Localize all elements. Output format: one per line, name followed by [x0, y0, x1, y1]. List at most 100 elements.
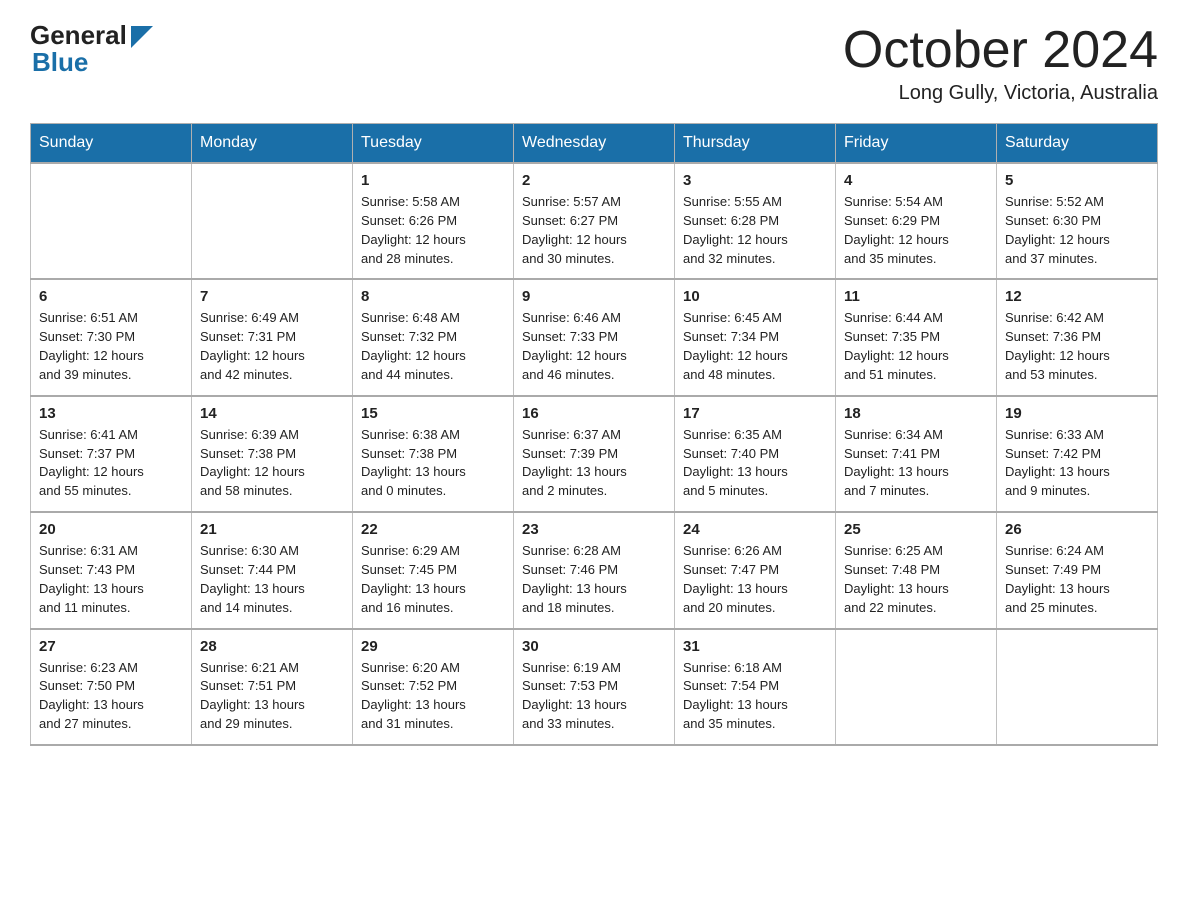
day-info: Sunrise: 6:46 AMSunset: 7:33 PMDaylight:… — [522, 309, 666, 384]
weekday-header-sunday: Sunday — [31, 124, 192, 164]
day-number: 4 — [844, 172, 988, 189]
calendar-cell: 8 Sunrise: 6:48 AMSunset: 7:32 PMDaylight… — [353, 279, 514, 395]
calendar-cell: 11 Sunrise: 6:44 AMSunset: 7:35 PMDayligh… — [836, 279, 997, 395]
day-info: Sunrise: 5:57 AMSunset: 6:27 PMDaylight:… — [522, 193, 666, 268]
day-info: Sunrise: 6:49 AMSunset: 7:31 PMDaylight:… — [200, 309, 344, 384]
calendar-cell: 17Sunrise: 6:35 AMSunset: 7:40 PMDayligh… — [675, 396, 836, 512]
page-header: General Blue October 2024 Long Gully, Vi… — [30, 20, 1158, 105]
calendar-cell — [192, 163, 353, 279]
day-info: Sunrise: 6:45 AMSunset: 7:34 PMDaylight:… — [683, 309, 827, 384]
calendar-cell: 24 Sunrise: 6:26 AMSunset: 7:47 PMDayligh… — [675, 512, 836, 628]
location: Long Gully, Victoria, Australia — [843, 82, 1158, 105]
day-number: 27 — [39, 638, 183, 655]
calendar-cell: 1 Sunrise: 5:58 AMSunset: 6:26 PMDaylight… — [353, 163, 514, 279]
day-number: 19 — [1005, 405, 1149, 422]
day-number: 28 — [200, 638, 344, 655]
day-number: 24 — [683, 521, 827, 538]
day-number: 7 — [200, 288, 344, 305]
month-title: October 2024 — [843, 20, 1158, 80]
calendar-cell — [836, 629, 997, 745]
day-number: 10 — [683, 288, 827, 305]
calendar-cell — [31, 163, 192, 279]
day-info: Sunrise: 6:41 AMSunset: 7:37 PMDaylight:… — [39, 426, 183, 501]
logo-blue-text: Blue — [32, 47, 88, 78]
calendar-cell: 6 Sunrise: 6:51 AMSunset: 7:30 PMDaylight… — [31, 279, 192, 395]
day-info: Sunrise: 5:55 AMSunset: 6:28 PMDaylight:… — [683, 193, 827, 268]
calendar-cell: 25 Sunrise: 6:25 AMSunset: 7:48 PMDayligh… — [836, 512, 997, 628]
day-number: 8 — [361, 288, 505, 305]
calendar-cell: 7 Sunrise: 6:49 AMSunset: 7:31 PMDaylight… — [192, 279, 353, 395]
calendar-header: SundayMondayTuesdayWednesdayThursdayFrid… — [31, 124, 1158, 164]
day-number: 5 — [1005, 172, 1149, 189]
day-number: 18 — [844, 405, 988, 422]
calendar-cell — [997, 629, 1158, 745]
day-info: Sunrise: 6:23 AMSunset: 7:50 PMDaylight:… — [39, 659, 183, 734]
week-row-1: 1 Sunrise: 5:58 AMSunset: 6:26 PMDaylight… — [31, 163, 1158, 279]
day-info: Sunrise: 6:24 AMSunset: 7:49 PMDaylight:… — [1005, 542, 1149, 617]
day-info: Sunrise: 6:51 AMSunset: 7:30 PMDaylight:… — [39, 309, 183, 384]
weekday-header-tuesday: Tuesday — [353, 124, 514, 164]
day-number: 15 — [361, 405, 505, 422]
logo: General Blue — [30, 20, 153, 78]
day-info: Sunrise: 6:42 AMSunset: 7:36 PMDaylight:… — [1005, 309, 1149, 384]
calendar-cell: 16 Sunrise: 6:37 AMSunset: 7:39 PMDayligh… — [514, 396, 675, 512]
calendar-cell: 27 Sunrise: 6:23 AMSunset: 7:50 PMDayligh… — [31, 629, 192, 745]
day-number: 2 — [522, 172, 666, 189]
logo-arrow-icon — [131, 26, 153, 48]
week-row-2: 6 Sunrise: 6:51 AMSunset: 7:30 PMDaylight… — [31, 279, 1158, 395]
day-info: Sunrise: 6:29 AMSunset: 7:45 PMDaylight:… — [361, 542, 505, 617]
day-info: Sunrise: 6:48 AMSunset: 7:32 PMDaylight:… — [361, 309, 505, 384]
day-info: Sunrise: 6:34 AMSunset: 7:41 PMDaylight:… — [844, 426, 988, 501]
day-number: 11 — [844, 288, 988, 305]
day-info: Sunrise: 6:31 AMSunset: 7:43 PMDaylight:… — [39, 542, 183, 617]
title-area: October 2024 Long Gully, Victoria, Austr… — [843, 20, 1158, 105]
day-info: Sunrise: 6:39 AMSunset: 7:38 PMDaylight:… — [200, 426, 344, 501]
weekday-header-wednesday: Wednesday — [514, 124, 675, 164]
calendar-body: 1 Sunrise: 5:58 AMSunset: 6:26 PMDaylight… — [31, 163, 1158, 745]
day-number: 17 — [683, 405, 827, 422]
calendar-cell: 2 Sunrise: 5:57 AMSunset: 6:27 PMDaylight… — [514, 163, 675, 279]
day-number: 14 — [200, 405, 344, 422]
day-info: Sunrise: 6:37 AMSunset: 7:39 PMDaylight:… — [522, 426, 666, 501]
day-info: Sunrise: 6:26 AMSunset: 7:47 PMDaylight:… — [683, 542, 827, 617]
calendar-cell: 3Sunrise: 5:55 AMSunset: 6:28 PMDaylight… — [675, 163, 836, 279]
day-number: 30 — [522, 638, 666, 655]
day-number: 16 — [522, 405, 666, 422]
day-info: Sunrise: 6:20 AMSunset: 7:52 PMDaylight:… — [361, 659, 505, 734]
weekday-header-saturday: Saturday — [997, 124, 1158, 164]
header-row: SundayMondayTuesdayWednesdayThursdayFrid… — [31, 124, 1158, 164]
week-row-4: 20Sunrise: 6:31 AMSunset: 7:43 PMDayligh… — [31, 512, 1158, 628]
day-number: 22 — [361, 521, 505, 538]
day-number: 6 — [39, 288, 183, 305]
day-info: Sunrise: 5:58 AMSunset: 6:26 PMDaylight:… — [361, 193, 505, 268]
day-number: 1 — [361, 172, 505, 189]
calendar-cell: 10 Sunrise: 6:45 AMSunset: 7:34 PMDayligh… — [675, 279, 836, 395]
calendar-cell: 21Sunrise: 6:30 AMSunset: 7:44 PMDayligh… — [192, 512, 353, 628]
day-info: Sunrise: 6:44 AMSunset: 7:35 PMDaylight:… — [844, 309, 988, 384]
weekday-header-friday: Friday — [836, 124, 997, 164]
day-info: Sunrise: 6:25 AMSunset: 7:48 PMDaylight:… — [844, 542, 988, 617]
calendar-cell: 18 Sunrise: 6:34 AMSunset: 7:41 PMDayligh… — [836, 396, 997, 512]
day-number: 13 — [39, 405, 183, 422]
calendar-cell: 26 Sunrise: 6:24 AMSunset: 7:49 PMDayligh… — [997, 512, 1158, 628]
day-info: Sunrise: 6:19 AMSunset: 7:53 PMDaylight:… — [522, 659, 666, 734]
day-info: Sunrise: 6:38 AMSunset: 7:38 PMDaylight:… — [361, 426, 505, 501]
calendar-cell: 14 Sunrise: 6:39 AMSunset: 7:38 PMDayligh… — [192, 396, 353, 512]
day-number: 23 — [522, 521, 666, 538]
calendar-cell: 13 Sunrise: 6:41 AMSunset: 7:37 PMDayligh… — [31, 396, 192, 512]
day-number: 26 — [1005, 521, 1149, 538]
day-info: Sunrise: 6:21 AMSunset: 7:51 PMDaylight:… — [200, 659, 344, 734]
day-info: Sunrise: 6:33 AMSunset: 7:42 PMDaylight:… — [1005, 426, 1149, 501]
calendar-cell: 23Sunrise: 6:28 AMSunset: 7:46 PMDayligh… — [514, 512, 675, 628]
week-row-3: 13 Sunrise: 6:41 AMSunset: 7:37 PMDayligh… — [31, 396, 1158, 512]
calendar-cell: 30 Sunrise: 6:19 AMSunset: 7:53 PMDayligh… — [514, 629, 675, 745]
calendar-cell: 15 Sunrise: 6:38 AMSunset: 7:38 PMDayligh… — [353, 396, 514, 512]
calendar-cell: 28 Sunrise: 6:21 AMSunset: 7:51 PMDayligh… — [192, 629, 353, 745]
day-number: 25 — [844, 521, 988, 538]
calendar-cell: 9Sunrise: 6:46 AMSunset: 7:33 PMDaylight… — [514, 279, 675, 395]
day-info: Sunrise: 5:54 AMSunset: 6:29 PMDaylight:… — [844, 193, 988, 268]
calendar-cell: 31Sunrise: 6:18 AMSunset: 7:54 PMDayligh… — [675, 629, 836, 745]
calendar-cell: 12 Sunrise: 6:42 AMSunset: 7:36 PMDayligh… — [997, 279, 1158, 395]
day-number: 12 — [1005, 288, 1149, 305]
calendar-table: SundayMondayTuesdayWednesdayThursdayFrid… — [30, 123, 1158, 746]
